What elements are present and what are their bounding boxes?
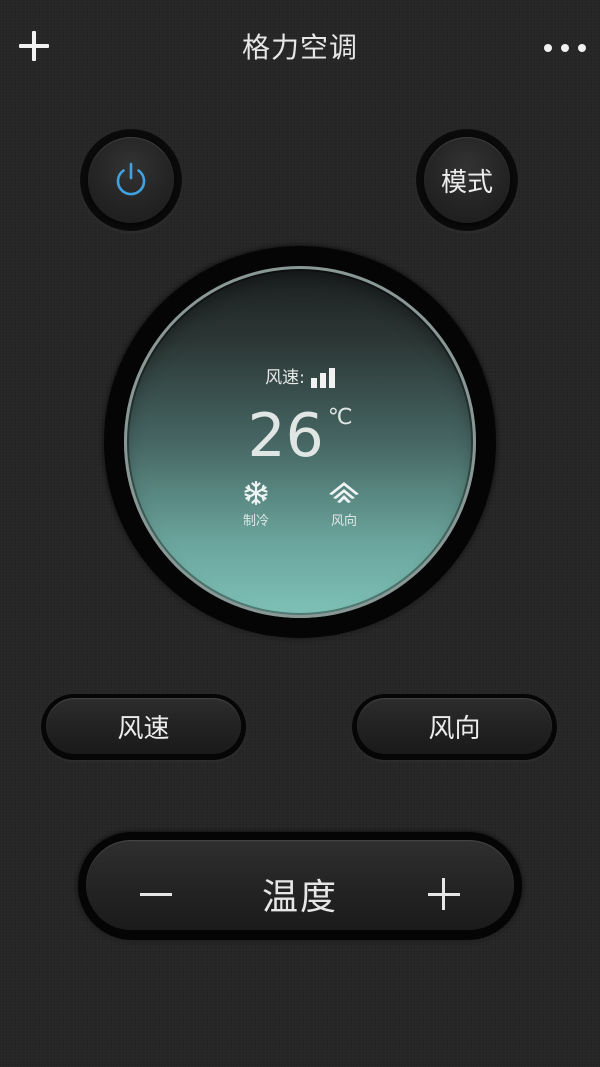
fan-speed-label: 风速: (265, 368, 305, 388)
mode-button[interactable]: 模式 (416, 129, 518, 231)
air-direction-status-label: 风向 (330, 514, 357, 529)
temperature-readout: 26 ℃ (124, 401, 476, 471)
fan-speed-indicator: 风速: (124, 363, 476, 388)
more-dot (544, 44, 552, 52)
air-direction-button[interactable]: 风向 (352, 694, 557, 760)
page-title: 格力空调 (241, 31, 358, 64)
temperature-unit: ℃ (327, 405, 353, 430)
swing-icon (329, 482, 359, 503)
temperature-control-face: 温度 (86, 840, 514, 930)
more-dot (561, 44, 569, 52)
power-button[interactable] (80, 129, 182, 231)
cooling-status: 制冷 (236, 480, 276, 529)
air-direction-status: 风向 (324, 480, 364, 529)
status-display: 风速: 26 ℃ 制冷 风向 (124, 266, 476, 618)
fan-speed-button[interactable]: 风速 (41, 694, 246, 760)
mode-button-label: 模式 (440, 167, 493, 198)
more-dot (578, 44, 586, 52)
signal-bar (310, 378, 317, 388)
status-dial: 风速: 26 ℃ 制冷 风向 (104, 246, 496, 638)
signal-bar (319, 373, 326, 388)
temperature-increase-button[interactable] (424, 874, 464, 914)
power-icon (116, 162, 146, 196)
signal-bar (328, 368, 335, 388)
air-direction-button-label: 风向 (357, 698, 552, 754)
more-button[interactable] (544, 36, 586, 60)
temperature-control: 温度 (78, 832, 522, 940)
fan-speed-button-label: 风速 (46, 698, 241, 754)
add-button[interactable] (14, 26, 54, 66)
mode-status-row: 制冷 风向 (124, 480, 476, 529)
signal-bars-icon (310, 366, 335, 388)
power-button-face (88, 137, 174, 223)
temperature-value: 26 (247, 401, 324, 471)
top-bar: 格力空调 (0, 0, 600, 92)
cooling-status-label: 制冷 (242, 514, 269, 529)
snowflake-icon (244, 480, 268, 506)
mode-button-face: 模式 (424, 137, 510, 223)
